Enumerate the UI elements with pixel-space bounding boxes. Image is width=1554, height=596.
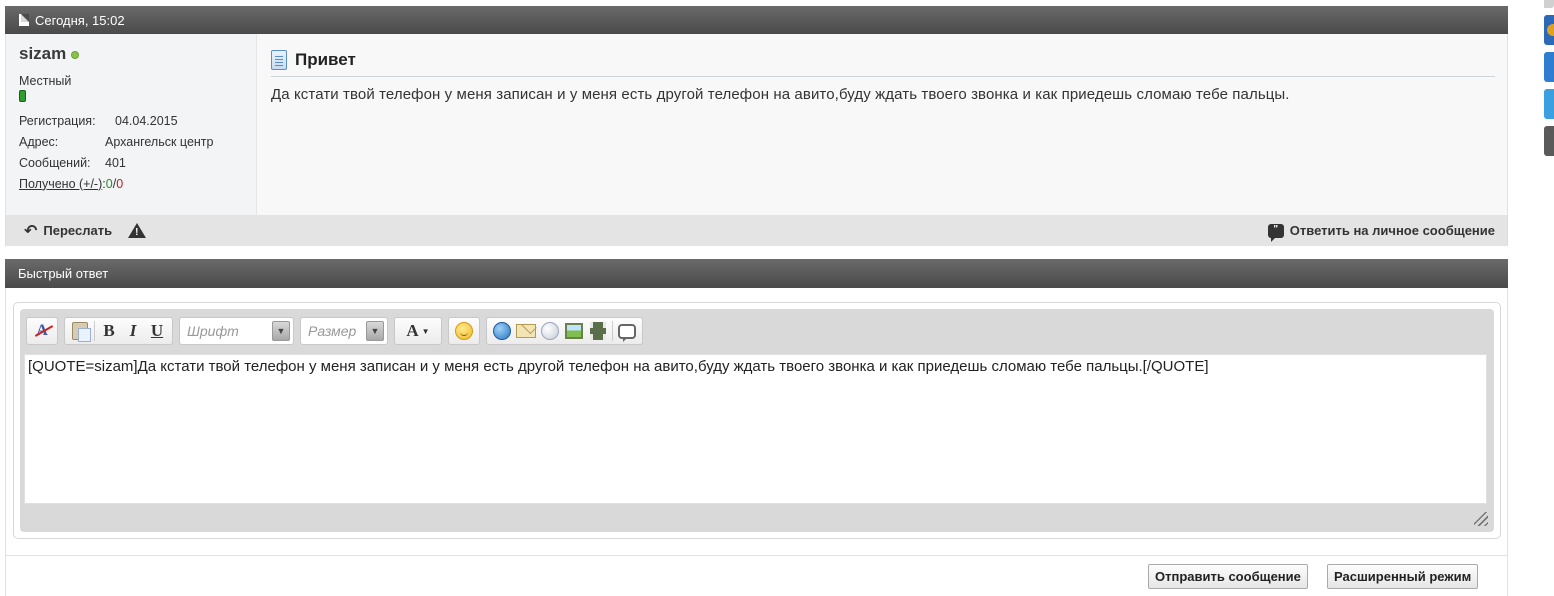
image-icon: [565, 323, 583, 339]
info-registration: Регистрация: 04.04.2015: [19, 110, 256, 131]
online-status-icon: [71, 51, 80, 59]
font-color-button[interactable]: A ▼: [398, 319, 438, 343]
film-icon: [590, 322, 606, 340]
unlink-button[interactable]: [538, 319, 562, 343]
remove-format-icon: A: [36, 322, 48, 339]
insert-link-button[interactable]: [490, 319, 514, 343]
quick-reply-panel: A B I U Шрифт ▼ Размер ▼ A ▼ [QUOTE=siza…: [5, 288, 1508, 556]
forward-label: Переслать: [43, 223, 113, 238]
quick-reply-header: Быстрый ответ: [5, 259, 1508, 288]
messages-label: Сообщений:: [19, 155, 91, 170]
toolbar-group-paste: B I U: [64, 317, 173, 345]
reply-label: Ответить на личное сообщение: [1289, 223, 1495, 238]
smiley-icon: [455, 322, 473, 340]
advanced-mode-button[interactable]: Расширенный режим: [1327, 564, 1479, 589]
insert-video-button[interactable]: [586, 319, 610, 343]
received-minus: 0: [116, 176, 124, 191]
toolbar-group-smilies: [448, 317, 480, 345]
twitter-share-icon[interactable]: [1544, 89, 1554, 119]
user-name-row: sizam: [19, 44, 256, 64]
address-label: Адрес:: [19, 134, 59, 149]
received-link[interactable]: Получено (+/-): [19, 177, 102, 191]
registration-label: Регистрация:: [19, 113, 96, 128]
unlink-icon: [541, 322, 559, 340]
footer-left: ↶ Переслать !: [24, 221, 147, 241]
registration-value: 04.04.2015: [115, 113, 178, 128]
speech-bubble-icon: [618, 323, 636, 342]
reply-private-message-button[interactable]: " Ответить на личное сообщение: [1267, 223, 1495, 242]
side-widget-top: [1544, 0, 1554, 8]
insert-quote-button[interactable]: [615, 319, 639, 343]
chevron-down-icon: ▼: [272, 321, 290, 341]
send-message-button[interactable]: Отправить сообщение: [1148, 564, 1308, 589]
toolbar-separator: [612, 321, 613, 341]
post-body: sizam Местный Регистрация: 04.04.2015 Ад…: [5, 34, 1508, 215]
paste-button[interactable]: [68, 319, 92, 343]
underline-button[interactable]: U: [145, 319, 169, 343]
font-select-placeholder: Шрифт: [187, 323, 239, 339]
chevron-down-icon: ▼: [366, 321, 384, 341]
insert-image-button[interactable]: [562, 319, 586, 343]
side-widgets: [1544, 0, 1554, 596]
document-icon: [19, 14, 29, 26]
message-area: Привет Да кстати твой телефон у меня зап…: [257, 34, 1507, 215]
user-info-panel: sizam Местный Регистрация: 04.04.2015 Ад…: [6, 34, 257, 215]
toolbar-separator: [94, 321, 95, 341]
message-title: Привет: [295, 50, 356, 69]
dropdown-arrow-icon: ▼: [421, 326, 430, 336]
globe-link-icon: [493, 322, 511, 340]
size-select-placeholder: Размер: [308, 323, 357, 339]
smilies-button[interactable]: [452, 319, 476, 343]
forward-button[interactable]: ↶ Переслать: [24, 221, 112, 241]
info-received: Получено (+/-): 0/0: [19, 173, 256, 194]
share-more-icon[interactable]: [1544, 126, 1554, 156]
remove-format-button[interactable]: A: [30, 319, 54, 343]
reputation-bar-icon: [19, 90, 26, 102]
envelope-icon: [516, 324, 536, 338]
odnoklassniki-share-icon[interactable]: [1544, 15, 1554, 45]
post-header: Сегодня, 15:02: [5, 6, 1508, 34]
info-address: Адрес: Архангельск центр: [19, 131, 256, 152]
editor-inner: A B I U Шрифт ▼ Размер ▼ A ▼ [QUOTE=siza…: [20, 309, 1494, 532]
size-select[interactable]: Размер ▼: [300, 317, 388, 345]
report-warning-icon[interactable]: !: [128, 223, 147, 238]
message-title-row: Привет: [271, 50, 1495, 77]
toolbar-group-insert: [486, 317, 643, 345]
message-text: Да кстати твой телефон у меня записан и …: [271, 86, 1290, 103]
facebook-share-icon[interactable]: [1544, 52, 1554, 82]
quick-reply-title: Быстрый ответ: [18, 266, 109, 281]
actions-row: Отправить сообщение Расширенный режим: [5, 556, 1508, 596]
editor-frame: A B I U Шрифт ▼ Размер ▼ A ▼ [QUOTE=siza…: [13, 302, 1501, 539]
info-messages: Сообщений: 401: [19, 152, 256, 173]
user-title: Местный: [19, 74, 72, 88]
messages-value: 401: [105, 155, 126, 170]
received-plus: 0: [105, 176, 113, 191]
address-value: Архангельск центр: [105, 134, 214, 149]
italic-button[interactable]: I: [121, 319, 145, 343]
message-editor-textarea[interactable]: [24, 354, 1487, 504]
message-document-icon: [271, 50, 287, 70]
insert-email-button[interactable]: [514, 319, 538, 343]
username-link[interactable]: sizam: [19, 44, 66, 64]
paste-icon: [72, 322, 91, 342]
resize-grip-icon[interactable]: [1474, 512, 1488, 526]
post-footer: ↶ Переслать ! " Ответить на личное сообщ…: [5, 215, 1508, 246]
toolbar-group-color: A ▼: [394, 317, 442, 345]
forward-arrow-icon: ↶: [24, 222, 38, 240]
bold-button[interactable]: B: [97, 319, 121, 343]
toolbar-group-format: A: [26, 317, 58, 345]
quote-bubble-icon: ": [1267, 223, 1284, 242]
editor-toolbar: A B I U Шрифт ▼ Размер ▼ A ▼: [26, 316, 649, 346]
font-select[interactable]: Шрифт ▼: [179, 317, 294, 345]
font-color-icon: A: [406, 321, 419, 340]
post-date: Сегодня, 15:02: [35, 12, 125, 28]
